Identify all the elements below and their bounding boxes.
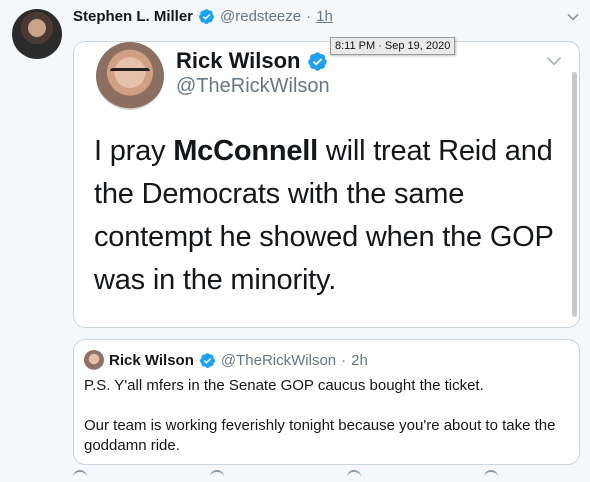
quoted-author-handle: @TheRickWilson xyxy=(220,351,337,369)
tweet-actions xyxy=(73,470,578,480)
verified-badge-icon xyxy=(199,352,216,369)
quoted-tweet-header: Rick Wilson @TheRickWilson · 2h xyxy=(84,350,368,370)
tweet-image[interactable]: Rick Wilson @TheRickWilson I pray McConn… xyxy=(73,41,580,328)
embedded-text-start: I pray xyxy=(94,135,174,167)
embedded-author-handle: @TheRickWilson xyxy=(176,75,330,97)
tweet-timestamp[interactable]: 1h xyxy=(316,8,333,25)
embedded-tweet-text: I pray McConnell will treat Reid and the… xyxy=(94,130,564,302)
quoted-paragraph: Our team is working feverishly tonight b… xyxy=(84,417,556,454)
verified-badge-icon xyxy=(307,51,328,72)
author-name[interactable]: Stephen L. Miller xyxy=(73,8,193,25)
chevron-down-icon xyxy=(545,52,563,70)
quoted-author-avatar xyxy=(84,350,104,370)
separator-dot: · xyxy=(306,8,312,25)
separator-dot: · xyxy=(341,351,347,369)
embedded-author-name: Rick Wilson xyxy=(176,48,301,73)
quoted-tweet[interactable]: Rick Wilson @TheRickWilson · 2h P.S. Y'a… xyxy=(73,339,580,465)
like-icon[interactable] xyxy=(347,470,361,482)
scrollbar[interactable] xyxy=(572,72,577,317)
timestamp-tooltip: 8:11 PM · Sep 19, 2020 xyxy=(330,37,456,55)
retweet-icon[interactable] xyxy=(210,470,224,482)
author-handle[interactable]: @redsteeze xyxy=(220,8,301,25)
verified-badge-icon xyxy=(198,8,215,25)
tweet-header: Stephen L. Miller @redsteeze · 1h xyxy=(73,8,333,25)
quoted-author-name: Rick Wilson xyxy=(109,351,194,369)
embedded-text-bold: McConnell xyxy=(173,135,319,167)
share-icon[interactable] xyxy=(484,470,498,482)
chevron-down-icon[interactable] xyxy=(566,10,580,24)
quoted-paragraph: P.S. Y'all mfers in the Senate GOP caucu… xyxy=(84,377,484,394)
author-avatar[interactable] xyxy=(12,9,62,59)
quoted-tweet-time: 2h xyxy=(351,351,368,369)
quoted-tweet-text: P.S. Y'all mfers in the Senate GOP caucu… xyxy=(84,376,569,476)
embedded-author-name-row: Rick Wilson xyxy=(176,48,328,74)
embedded-author-avatar xyxy=(96,42,164,110)
reply-icon[interactable] xyxy=(73,470,87,482)
glasses-shape xyxy=(110,68,150,81)
